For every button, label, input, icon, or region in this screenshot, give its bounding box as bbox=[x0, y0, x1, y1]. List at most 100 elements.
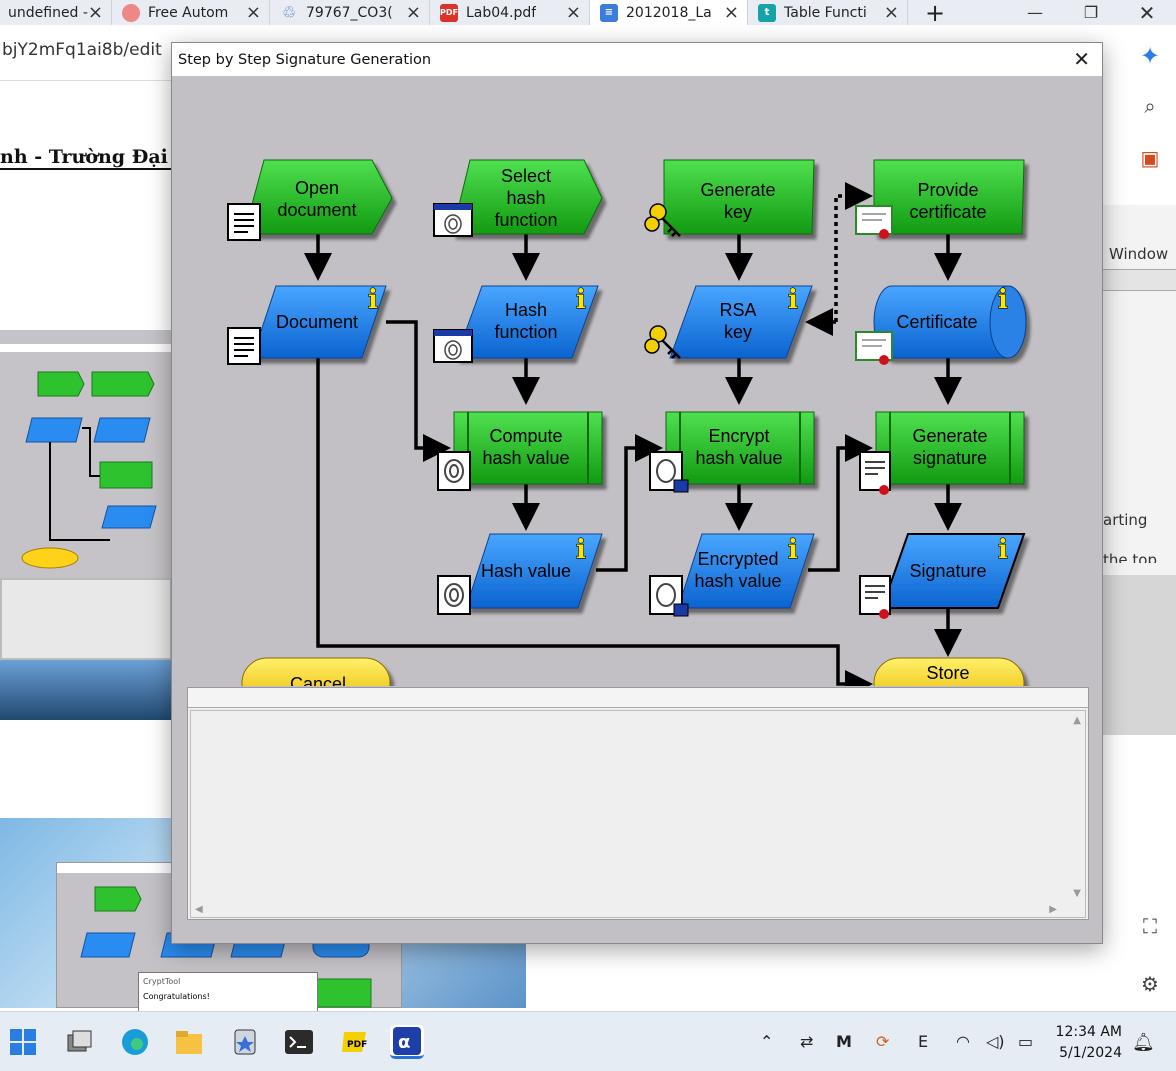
pdf-icon: PDF bbox=[440, 3, 458, 22]
close-icon[interactable]: ✕ bbox=[1073, 47, 1090, 71]
windows-taskbar: PDF α ⌃ ⇄ M ⟳ E ◠ ◁) ▭ 12:34 AM 5/1/2024… bbox=[0, 1011, 1176, 1071]
info-icon[interactable]: i bbox=[997, 534, 1008, 565]
input-method-icon[interactable]: E bbox=[918, 1032, 928, 1051]
browser-tab[interactable]: t Table Functi × bbox=[748, 0, 908, 25]
certificate-icon bbox=[855, 331, 893, 365]
site-icon bbox=[122, 3, 140, 22]
svg-text:α: α bbox=[398, 1032, 410, 1053]
minimize-icon[interactable]: — bbox=[1010, 0, 1060, 25]
scroll-up-icon[interactable]: ▲ bbox=[1073, 715, 1081, 726]
info-icon[interactable]: i bbox=[997, 284, 1008, 315]
document-heading: nh - Trường Đại H bbox=[0, 146, 193, 170]
arrow-encrypted-to-generate bbox=[808, 434, 873, 572]
output-console: ▲ ▼ ◀ ▶ bbox=[187, 687, 1089, 920]
document-icon bbox=[227, 327, 261, 365]
app-tray-icon[interactable]: M bbox=[836, 1032, 852, 1051]
address-bar[interactable]: bjY2mFq1ai8b/edit bbox=[0, 40, 162, 70]
info-icon[interactable]: i bbox=[367, 284, 378, 315]
terminal-icon[interactable] bbox=[282, 1025, 316, 1059]
system-clock[interactable]: 12:34 AM 5/1/2024 bbox=[1056, 1022, 1122, 1064]
browser-tab[interactable]: ♲ 79767_CO3( × bbox=[270, 0, 430, 25]
fingerprint-icon bbox=[437, 451, 471, 491]
docs-icon: ≡ bbox=[600, 3, 618, 22]
sync-icon[interactable]: ⟳ bbox=[876, 1032, 889, 1051]
fingerprint-icon bbox=[437, 575, 471, 615]
close-tab-icon[interactable]: × bbox=[246, 2, 261, 23]
browser-tab[interactable]: Free Autom × bbox=[112, 0, 270, 25]
tab-label: Free Autom bbox=[148, 4, 229, 21]
tab-label: 79767_CO3( bbox=[306, 4, 393, 21]
arrow-document-to-store bbox=[316, 358, 873, 686]
certificate-label: Certificate bbox=[896, 312, 977, 332]
close-tab-icon[interactable]: × bbox=[724, 2, 739, 23]
browser-sidebar: ✦ ⌕ ▣ ⛶ ⚙ bbox=[1128, 36, 1176, 1011]
close-tab-icon[interactable]: × bbox=[406, 2, 421, 23]
signature-label: Signature bbox=[909, 561, 986, 581]
info-icon[interactable]: i bbox=[575, 534, 586, 565]
battery-icon[interactable]: ▭ bbox=[1018, 1032, 1033, 1051]
browser-tab-active[interactable]: ≡ 2012018_La × bbox=[590, 0, 748, 25]
thumbnail-dialog-text: Congratulations! bbox=[143, 992, 210, 1001]
signed-document-icon bbox=[859, 451, 891, 495]
toolbox-icon[interactable]: ▣ bbox=[1136, 144, 1164, 172]
connector-lines bbox=[304, 182, 962, 686]
close-tab-icon[interactable]: × bbox=[566, 2, 581, 23]
console-header bbox=[188, 688, 1088, 708]
chevron-up-icon[interactable]: ⌃ bbox=[760, 1032, 773, 1051]
document-icon bbox=[227, 203, 261, 241]
flow-diagram: Open document Select hash function Generate… bbox=[227, 159, 1027, 686]
site-t-icon: t bbox=[758, 3, 776, 22]
hash-value-label: Hash value bbox=[481, 561, 571, 581]
close-tab-icon[interactable]: × bbox=[88, 2, 103, 23]
browser-tab-bar: undefined - × Free Autom × ♲ 79767_CO3( … bbox=[0, 0, 1176, 27]
signed-document-icon bbox=[859, 575, 891, 619]
browser-tab[interactable]: PDF Lab04.pdf × bbox=[430, 0, 590, 25]
certificate-icon bbox=[855, 205, 893, 239]
notification-bell-icon[interactable]: 🔔︎ bbox=[1132, 1032, 1155, 1053]
info-icon[interactable]: i bbox=[787, 534, 798, 565]
start-windows-icon[interactable] bbox=[6, 1025, 40, 1059]
settings-gear-icon[interactable]: ⚙ bbox=[1136, 970, 1164, 998]
scroll-down-icon[interactable]: ▼ bbox=[1073, 888, 1081, 899]
cancel-label: Cancel bbox=[290, 674, 346, 686]
locked-fingerprint-icon bbox=[649, 575, 689, 617]
thumbnail-diagram bbox=[0, 344, 172, 569]
tab-label: Table Functi bbox=[784, 4, 867, 21]
recycle-icon: ♲ bbox=[281, 3, 297, 22]
clock-time: 12:34 AM bbox=[1055, 1024, 1122, 1040]
copilot-icon[interactable]: ✦ bbox=[1136, 42, 1164, 70]
background-thumbnail bbox=[0, 330, 172, 660]
dialog-title-bar: Step by Step Signature Generation ✕ bbox=[172, 43, 1102, 76]
info-icon[interactable]: i bbox=[787, 284, 798, 315]
pdf-app-icon[interactable]: PDF bbox=[338, 1025, 372, 1059]
volume-icon[interactable]: ◁) bbox=[986, 1032, 1005, 1051]
signature-dialog: Step by Step Signature Generation ✕ Open… bbox=[171, 42, 1103, 944]
info-icon[interactable]: i bbox=[575, 284, 586, 315]
svg-text:PDF: PDF bbox=[347, 1040, 367, 1050]
screenshot-icon[interactable]: ⛶ bbox=[1136, 912, 1164, 940]
certificate-cylinder-end bbox=[989, 285, 1027, 359]
tab-label: Lab04.pdf bbox=[466, 4, 537, 21]
app-icon[interactable] bbox=[228, 1025, 262, 1059]
task-view-icon[interactable] bbox=[62, 1025, 96, 1059]
clock-date: 5/1/2024 bbox=[1059, 1045, 1122, 1061]
maximize-icon[interactable]: ❐ bbox=[1066, 0, 1116, 25]
scroll-left-icon[interactable]: ◀ bbox=[195, 904, 203, 915]
wifi-icon[interactable]: ◠ bbox=[956, 1032, 970, 1051]
thumbnail-dialog-title: CryptTool bbox=[143, 977, 181, 986]
close-tab-icon[interactable]: × bbox=[884, 2, 899, 23]
new-tab-button[interactable]: + bbox=[918, 0, 952, 27]
edge-browser-icon[interactable] bbox=[118, 1025, 152, 1059]
browser-tab[interactable]: undefined - × bbox=[0, 0, 112, 25]
thumbnail-console bbox=[0, 578, 172, 660]
sliders-icon[interactable]: ⇄ bbox=[800, 1032, 813, 1051]
search-icon[interactable]: ⌕ bbox=[1136, 92, 1164, 120]
console-text-area[interactable]: ▲ ▼ ◀ ▶ bbox=[190, 710, 1086, 918]
tab-label: undefined - bbox=[8, 4, 88, 21]
scroll-right-icon[interactable]: ▶ bbox=[1049, 904, 1057, 915]
document-label: Document bbox=[276, 312, 358, 332]
close-window-icon[interactable]: ✕ bbox=[1122, 0, 1172, 25]
cryptool-icon[interactable]: α bbox=[390, 1025, 424, 1059]
arrow-hashvalue-to-encrypt bbox=[596, 434, 663, 572]
file-explorer-icon[interactable] bbox=[172, 1025, 206, 1059]
